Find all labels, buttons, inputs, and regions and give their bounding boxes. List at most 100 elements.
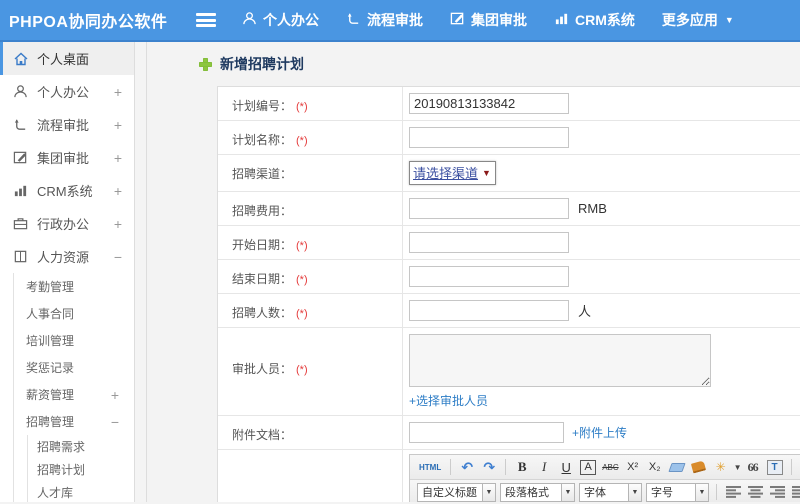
required-mark: (*): [296, 308, 308, 320]
sidebar-subitem-label: 培训管理: [26, 334, 75, 348]
undo-icon[interactable]: ↶: [459, 458, 475, 476]
start-date-input[interactable]: [409, 232, 569, 253]
underline-button[interactable]: U: [558, 458, 574, 476]
body: 个人桌面 个人办公 + 流程审批 + 集团审批 + CRM系统 + 行政办公 +…: [0, 42, 800, 502]
sidebar-item-label: 个人桌面: [37, 52, 90, 67]
end-date-input[interactable]: [409, 266, 569, 287]
cost-input[interactable]: [409, 198, 569, 219]
collapse-toggle[interactable]: −: [111, 414, 119, 430]
person-icon: [242, 11, 263, 29]
caret-down-icon[interactable]: ▼: [734, 463, 742, 472]
form-row-plan-name: 计划名称： (*): [218, 121, 800, 155]
blockquote-button[interactable]: 66: [745, 458, 761, 476]
sidebar-subitem-attendance[interactable]: 考勤管理: [14, 273, 134, 300]
align-left-icon[interactable]: [725, 483, 741, 501]
html-source-button[interactable]: HTML: [418, 458, 442, 476]
sidebar-item-label: 个人办公: [37, 85, 90, 100]
italic-button[interactable]: I: [536, 458, 552, 476]
recruit-plan-form: 计划编号： (*) 计划名称：(*): [217, 86, 800, 502]
strikethrough-button[interactable]: ABC: [602, 458, 618, 476]
sidebar-scrollbar[interactable]: [135, 42, 147, 502]
sidebar-item-group-approval[interactable]: 集团审批 +: [0, 141, 134, 174]
field-label: 计划编号：: [232, 99, 293, 113]
sidebar-subitem-recruitment[interactable]: 招聘管理 −: [14, 408, 134, 435]
unit-suffix: 人: [578, 304, 592, 319]
sidebar-subitem-recruit-demand[interactable]: 招聘需求: [28, 435, 134, 458]
required-mark: (*): [296, 274, 308, 286]
expand-toggle[interactable]: +: [114, 117, 122, 133]
editor-toolbar-row2: 自定义标题 ▼ 段落格式 ▼ 字体 ▼ 字号 ▼: [410, 480, 800, 502]
sidebar-subitem-label: 人才库: [37, 486, 74, 500]
plan-name-input[interactable]: [409, 127, 569, 148]
topnav-more-apps[interactable]: 更多应用 ▼: [662, 10, 734, 30]
topnav-personal-office[interactable]: 个人办公: [242, 10, 319, 30]
font-size-dropdown[interactable]: 字号 ▼: [646, 482, 709, 502]
caret-down-icon[interactable]: ▼: [562, 482, 575, 502]
redo-icon[interactable]: ↷: [481, 458, 497, 476]
font-border-button[interactable]: A: [580, 459, 597, 475]
topnav-label: 更多应用: [661, 12, 718, 28]
home-icon: [12, 50, 29, 67]
caret-down-icon[interactable]: ▼: [696, 482, 709, 502]
expand-toggle[interactable]: +: [114, 183, 122, 199]
required-mark: (*): [296, 240, 308, 252]
align-center-icon[interactable]: [747, 483, 763, 501]
expand-toggle[interactable]: +: [114, 150, 122, 166]
sidebar-item-workflow-approval[interactable]: 流程审批 +: [0, 108, 134, 141]
expand-toggle[interactable]: +: [114, 84, 122, 100]
sidebar-item-personal-office[interactable]: 个人办公 +: [0, 75, 134, 108]
caret-down-icon[interactable]: ▼: [629, 482, 642, 502]
sidebar-subitem-hr-contract[interactable]: 人事合同: [14, 300, 134, 327]
caret-down-icon[interactable]: ▼: [483, 482, 496, 502]
clean-format-icon[interactable]: [691, 458, 707, 476]
channel-select[interactable]: 请选择渠道 ▼: [409, 161, 496, 185]
menu-toggle-icon[interactable]: [196, 13, 216, 27]
sidebar-item-admin-office[interactable]: 行政办公 +: [0, 207, 134, 240]
sidebar-item-crm-system[interactable]: CRM系统 +: [0, 174, 134, 207]
currency-suffix: RMB: [578, 201, 607, 216]
sidebar: 个人桌面 个人办公 + 流程审批 + 集团审批 + CRM系统 + 行政办公 +…: [0, 42, 135, 502]
topnav-label: 集团审批: [471, 12, 527, 28]
app-window: PHPOA协同办公软件 个人办公 流程审批 集团审批 CRM系统 更多应用 ▼: [0, 0, 800, 504]
bold-button[interactable]: B: [514, 458, 530, 476]
topnav-group-approval[interactable]: 集团审批: [450, 10, 527, 30]
sidebar-item-personal-desktop[interactable]: 个人桌面: [0, 42, 134, 75]
select-approvers-link[interactable]: +选择审批人员: [409, 392, 488, 409]
paragraph-format-dropdown[interactable]: 段落格式 ▼: [500, 482, 575, 502]
app-logo: PHPOA协同办公软件: [9, 14, 168, 31]
approvers-textarea[interactable]: [409, 334, 711, 387]
editor-toolbar-row1: HTML ↶ ↷ B I U A ABC X² X₂ ✳ ▼ 66 T: [410, 455, 800, 480]
plan-number-input[interactable]: [409, 93, 569, 114]
expand-toggle[interactable]: +: [111, 387, 119, 403]
edit-icon: [450, 11, 471, 29]
sidebar-subitem-talent-pool[interactable]: 人才库: [28, 481, 134, 502]
sidebar-subitem-salary[interactable]: 薪资管理 +: [14, 381, 134, 408]
eraser-icon[interactable]: [668, 458, 686, 476]
topnav-crm-system[interactable]: CRM系统: [554, 10, 635, 30]
align-right-icon[interactable]: [769, 483, 785, 501]
field-label: 招聘人数：: [232, 306, 293, 320]
format-painter-icon[interactable]: ✳: [713, 458, 729, 476]
plus-icon: [199, 57, 212, 71]
superscript-button[interactable]: X²: [625, 458, 641, 476]
attachment-input[interactable]: [409, 422, 564, 443]
form-row-end-date: 结束日期： (*): [218, 260, 800, 294]
expand-toggle[interactable]: +: [114, 216, 122, 232]
page-header: 新增招聘计划: [147, 42, 800, 86]
collapse-toggle[interactable]: −: [114, 249, 122, 265]
sidebar-item-label: 集团审批: [37, 151, 90, 166]
headcount-input[interactable]: [409, 300, 569, 321]
attachment-upload-link[interactable]: +附件上传: [572, 424, 627, 441]
sidebar-subitem-training[interactable]: 培训管理: [14, 327, 134, 354]
sidebar-subitem-recruit-plan[interactable]: 招聘计划: [28, 458, 134, 481]
paste-icon[interactable]: T: [766, 459, 783, 475]
caret-down-icon: ▼: [724, 15, 734, 25]
font-family-dropdown[interactable]: 字体 ▼: [579, 482, 642, 502]
custom-heading-dropdown[interactable]: 自定义标题 ▼: [417, 482, 496, 502]
topnav-workflow-approval[interactable]: 流程审批: [346, 10, 423, 30]
sidebar-item-human-resources[interactable]: 人力资源 −: [0, 240, 134, 273]
topnav-label: 个人办公: [263, 12, 319, 28]
align-justify-icon[interactable]: [791, 483, 800, 501]
sidebar-subitem-rewards[interactable]: 奖惩记录: [14, 354, 134, 381]
subscript-button[interactable]: X₂: [647, 458, 663, 476]
